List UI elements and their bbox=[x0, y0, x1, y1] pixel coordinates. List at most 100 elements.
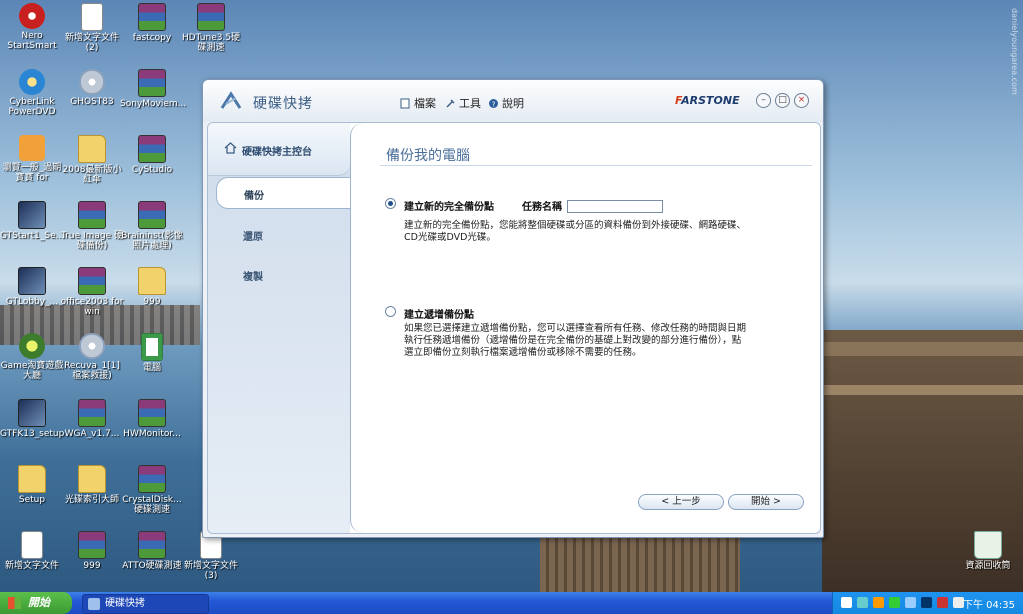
desktop-icon-label: Game淘寶遊戲大廳 bbox=[0, 361, 64, 381]
cd-icon bbox=[79, 333, 105, 359]
incremental-backup-description: 如果您已選擇建立遞增備份點，您可以選擇查看所有任務、修改任務的時間與日期 執行任… bbox=[404, 323, 747, 358]
restore-button[interactable]: □ bbox=[775, 93, 790, 108]
desktop-icon-label: 2008最新版小紅傘 bbox=[62, 165, 122, 185]
full-backup-description: 建立新的完全備份點，您能將整個硬碟或分區的資料備份到外接硬碟、網路硬碟、 CD光… bbox=[404, 220, 747, 243]
close-button[interactable]: × bbox=[794, 93, 809, 108]
task-name-input[interactable] bbox=[567, 200, 663, 213]
menu-help[interactable]: ? 說明 bbox=[488, 95, 524, 111]
content-panel-edge bbox=[350, 123, 363, 533]
desktop-icon[interactable]: 新增文字文件 (3) bbox=[179, 531, 243, 581]
app-logo-icon bbox=[88, 598, 100, 610]
desktop-icon[interactable]: 電腦 bbox=[120, 333, 184, 373]
desktop-icon-label: ATTO硬碟測速 bbox=[122, 561, 182, 571]
desktop-icon[interactable]: GTStart1_Se... bbox=[0, 201, 64, 241]
desktop-icon[interactable]: HDTune3.5硬碟測速 bbox=[179, 3, 243, 53]
desktop-icon[interactable]: SonyMoviem... bbox=[120, 69, 186, 109]
gt-icon bbox=[18, 399, 46, 427]
incremental-backup-label: 建立遞增備份點 bbox=[404, 310, 474, 321]
tray-arrow-icon[interactable] bbox=[841, 597, 852, 608]
desktop-icon[interactable]: GTLobby_... bbox=[0, 267, 64, 307]
tray-icon[interactable] bbox=[921, 597, 932, 608]
start-menu-button[interactable]: 開始 bbox=[0, 592, 72, 614]
recycle-icon bbox=[974, 531, 1002, 559]
desktop-icon[interactable]: CyberLink PowerDVD bbox=[0, 69, 64, 117]
desktop-icon[interactable]: Nero StartSmart bbox=[0, 3, 64, 51]
desktop-icon[interactable]: 瀏覽一般_過期寶寶 for bbox=[0, 135, 64, 183]
desktop-icon-label: HDTune3.5硬碟測速 bbox=[181, 33, 241, 53]
minimize-button[interactable]: – bbox=[756, 93, 771, 108]
desktop-icon[interactable]: 新增文字文件 bbox=[0, 531, 64, 571]
menu-file[interactable]: 檔案 bbox=[400, 95, 436, 111]
tray-icon[interactable] bbox=[857, 597, 868, 608]
desktop-icon-label: 999 bbox=[143, 297, 161, 307]
help-icon: ? bbox=[489, 98, 498, 108]
desktop-icon[interactable]: 2008最新版小紅傘 bbox=[60, 135, 124, 185]
tray-icon[interactable] bbox=[937, 597, 948, 608]
previous-button[interactable]: < 上一步 bbox=[638, 494, 724, 510]
winrar-icon bbox=[78, 531, 106, 559]
windows-logo-icon bbox=[8, 597, 21, 609]
tray-icon[interactable] bbox=[873, 597, 884, 608]
truck-icon bbox=[19, 135, 45, 161]
desktop-icon-label: Nero StartSmart bbox=[7, 31, 57, 51]
desktop-icon[interactable]: 資源回收筒 bbox=[956, 531, 1020, 571]
desktop-icon-label: HWMonitor... bbox=[123, 429, 181, 439]
doc-icon bbox=[81, 3, 103, 31]
cd-icon bbox=[79, 69, 105, 95]
title-divider bbox=[380, 165, 812, 166]
taskbar-app-button[interactable]: 硬碟快拷 bbox=[82, 594, 209, 614]
desktop-icon[interactable]: 新增文字文件 (2) bbox=[60, 3, 124, 53]
desktop-icon-label: Braininst(影像照片處理) bbox=[121, 231, 183, 251]
desktop-icon[interactable]: WGA_v1.7... bbox=[60, 399, 124, 439]
desktop-icon[interactable]: GTFK13_setup bbox=[0, 399, 64, 439]
desktop-icon[interactable]: Game淘寶遊戲大廳 bbox=[0, 333, 64, 381]
desktop-icon[interactable]: Braininst(影像照片處理) bbox=[120, 201, 184, 251]
desktop-icon[interactable]: True Image 硬碟備份) bbox=[60, 201, 124, 251]
desktop-icon-label: 新增文字文件 (3) bbox=[183, 561, 238, 581]
desktop-icon[interactable]: ATTO硬碟測速 bbox=[120, 531, 184, 571]
background-scenery-boardwalk bbox=[540, 535, 740, 592]
desktop-icon[interactable]: Setup bbox=[0, 465, 64, 505]
desktop-icon[interactable]: 光碟索引大師 bbox=[60, 465, 124, 505]
tray-icon[interactable] bbox=[889, 597, 900, 608]
menu-file-label: 檔案 bbox=[414, 97, 436, 110]
tray-icon[interactable] bbox=[905, 597, 916, 608]
menu-tools[interactable]: 工具 bbox=[445, 95, 481, 111]
doc-icon bbox=[21, 531, 43, 559]
desktop-icon-label: 999 bbox=[83, 561, 101, 571]
desktop-icon[interactable]: HWMonitor... bbox=[120, 399, 184, 439]
desktop-icon-label: CrystalDisk... 硬碟測速 bbox=[122, 495, 182, 515]
desktop-icon[interactable]: CrystalDisk... 硬碟測速 bbox=[120, 465, 184, 515]
winrar-icon bbox=[78, 201, 106, 229]
winrar-icon bbox=[138, 69, 166, 97]
start-button[interactable]: 開始 > bbox=[728, 494, 804, 510]
background-scenery-rail bbox=[822, 342, 1023, 356]
clock: 下午 04:35 bbox=[963, 600, 1015, 611]
desktop-icon[interactable]: CyStudio bbox=[120, 135, 184, 175]
desktop-icon[interactable]: office2003 for win bbox=[60, 267, 124, 317]
sidebar-item-restore[interactable]: 還原 bbox=[216, 219, 350, 249]
folder-icon bbox=[78, 465, 106, 493]
sidebar-item-copy[interactable]: 複製 bbox=[216, 259, 350, 289]
desktop-icon[interactable]: 999 bbox=[120, 267, 184, 307]
incremental-backup-radio[interactable] bbox=[385, 306, 396, 317]
title-bar[interactable]: 硬碟快拷 檔案 工具 ? 說明 FARSTONE – □ × bbox=[203, 80, 823, 122]
tools-icon bbox=[446, 98, 455, 108]
desktop-icon[interactable]: 999 bbox=[60, 531, 124, 571]
wallpaper-watermark: danielyoungarea.com bbox=[1010, 8, 1019, 95]
desktop-icon[interactable]: Recuva_1[1] 檔案救援) bbox=[60, 333, 124, 381]
brand-logo: FARSTONE bbox=[675, 94, 740, 107]
sidebar-item-backup[interactable]: 備份 bbox=[216, 177, 351, 209]
desktop-icon-label: CyStudio bbox=[131, 165, 173, 175]
menu-help-label: 說明 bbox=[502, 97, 524, 110]
taskbar: 開始 硬碟快拷 下午 04:35 bbox=[0, 592, 1023, 614]
full-backup-radio[interactable] bbox=[385, 198, 396, 209]
winrar-icon bbox=[138, 135, 166, 163]
page-title: 備份我的電腦 bbox=[386, 148, 470, 164]
sidebar-home[interactable]: 硬碟快拷主控台 bbox=[208, 123, 350, 176]
desktop-icon[interactable]: fastcopy bbox=[120, 3, 184, 43]
desktop-icon-label: 光碟索引大師 bbox=[64, 495, 119, 505]
desktop-icon-label: 新增文字文件 (2) bbox=[64, 33, 119, 53]
sidebar-item-label: 複製 bbox=[243, 272, 263, 283]
desktop-icon[interactable]: GHOST83 bbox=[60, 69, 124, 107]
